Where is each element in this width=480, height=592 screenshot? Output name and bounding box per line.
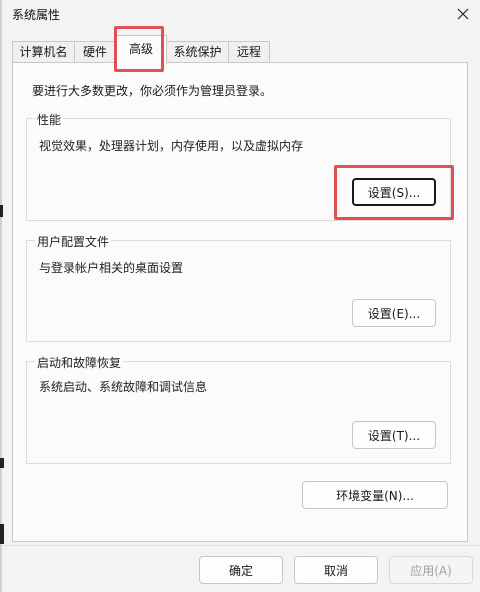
startup-recovery-description: 系统启动、系统故障和调试信息 (39, 380, 208, 394)
tab-remote[interactable]: 远程 (228, 41, 270, 62)
startup-recovery-settings-button[interactable]: 设置(T)... (352, 421, 436, 449)
tab-label: 系统保护 (173, 45, 222, 59)
user-profiles-description: 与登录帐户相关的桌面设置 (39, 261, 184, 275)
tab-computer-name[interactable]: 计算机名 (12, 41, 75, 62)
user-profiles-settings-button[interactable]: 设置(E)... (352, 299, 436, 327)
tab-advanced[interactable]: 高级 (115, 35, 167, 64)
admin-note: 要进行大多数更改，你必须作为管理员登录。 (32, 84, 273, 98)
ok-button[interactable]: 确定 (199, 556, 283, 584)
performance-title: 性能 (35, 111, 64, 128)
window-title: 系统属性 (12, 8, 61, 22)
background-window-edge (0, 0, 2, 592)
tab-hardware[interactable]: 硬件 (74, 41, 116, 62)
title-bar: 系统属性 (2, 0, 480, 30)
startup-recovery-title: 启动和故障恢复 (35, 354, 124, 371)
environment-variables-button[interactable]: 环境变量(N)... (302, 481, 448, 509)
close-icon (457, 8, 469, 20)
background-window-fragment (0, 524, 4, 544)
background-window-fragment (0, 205, 3, 217)
tab-system-protection[interactable]: 系统保护 (166, 41, 229, 62)
background-window-fragment (0, 458, 4, 468)
close-button[interactable] (452, 4, 474, 24)
cancel-button[interactable]: 取消 (294, 556, 378, 584)
apply-button[interactable]: 应用(A) (389, 556, 473, 584)
performance-description: 视觉效果，处理器计划，内存使用，以及虚拟内存 (39, 139, 304, 153)
user-profiles-title: 用户配置文件 (35, 233, 112, 250)
footer-separator (2, 545, 480, 546)
tab-label: 远程 (236, 45, 261, 59)
tab-label: 硬件 (82, 45, 107, 59)
tab-label: 计算机名 (19, 45, 68, 59)
tab-label: 高级 (128, 42, 153, 56)
performance-settings-button[interactable]: 设置(S)... (352, 178, 436, 206)
